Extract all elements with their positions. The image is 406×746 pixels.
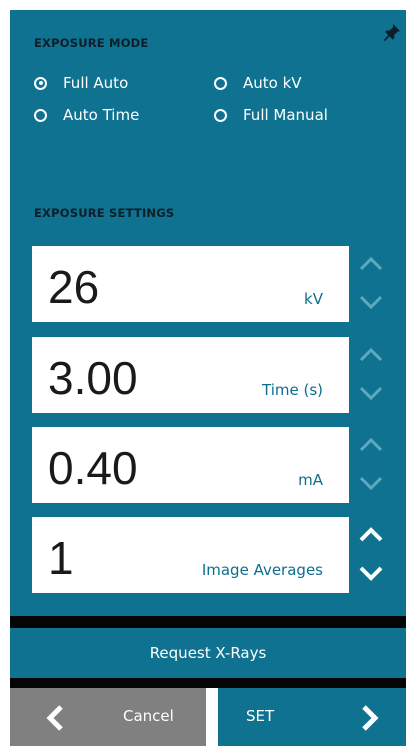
radio-label-full-auto: Full Auto bbox=[63, 74, 129, 92]
radio-auto-time[interactable]: Auto Time bbox=[34, 106, 139, 124]
radio-full-auto[interactable]: Full Auto bbox=[34, 74, 128, 92]
radio-circle-full-auto bbox=[34, 76, 47, 90]
pin-icon[interactable] bbox=[382, 22, 402, 42]
image-averages-decrease-chevron-down-icon[interactable] bbox=[356, 561, 386, 587]
cancel-label: Cancel bbox=[123, 707, 174, 725]
exposure-app: EXPOSURE MODE Full Auto Auto kV Auto Tim… bbox=[0, 0, 406, 746]
ma-unit: mA bbox=[298, 471, 323, 489]
time-increase-chevron-up-icon[interactable] bbox=[356, 341, 386, 367]
ma-value: 0.40 bbox=[48, 442, 138, 494]
radio-label-full-manual: Full Manual bbox=[243, 106, 328, 124]
image-averages-unit: Image Averages bbox=[201, 561, 323, 579]
radio-circle-auto-kv bbox=[214, 76, 227, 90]
radio-circle-auto-time bbox=[34, 108, 47, 122]
ma-increase-chevron-up-icon[interactable] bbox=[356, 431, 386, 457]
kv-increase-chevron-up-icon[interactable] bbox=[356, 250, 386, 276]
radio-circle-full-manual bbox=[214, 108, 227, 122]
exposure-settings-title: EXPOSURE SETTINGS bbox=[34, 206, 175, 220]
exposure-mode-title: EXPOSURE MODE bbox=[34, 36, 149, 50]
kv-unit: kV bbox=[304, 290, 323, 308]
divider-bottom bbox=[10, 678, 406, 688]
time-field[interactable]: 3.00 Time (s) bbox=[32, 337, 349, 413]
chevron-right-icon bbox=[362, 705, 379, 731]
image-averages-increase-chevron-up-icon[interactable] bbox=[356, 521, 386, 547]
radio-label-auto-time: Auto Time bbox=[63, 106, 140, 124]
set-label: SET bbox=[246, 707, 275, 725]
kv-field[interactable]: 26 kV bbox=[32, 246, 349, 322]
ma-decrease-chevron-down-icon[interactable] bbox=[356, 471, 386, 497]
exposure-panel: EXPOSURE MODE Full Auto Auto kV Auto Tim… bbox=[10, 10, 406, 616]
radio-full-manual[interactable]: Full Manual bbox=[214, 106, 328, 124]
request-xrays-button[interactable]: Request X-Rays bbox=[10, 628, 406, 678]
button-gap bbox=[206, 688, 218, 746]
time-unit: Time (s) bbox=[262, 381, 323, 399]
radio-auto-kv[interactable]: Auto kV bbox=[214, 74, 302, 92]
set-button[interactable]: SET bbox=[218, 688, 406, 746]
image-averages-value: 1 bbox=[48, 532, 74, 584]
time-decrease-chevron-down-icon[interactable] bbox=[356, 381, 386, 407]
cancel-button[interactable]: Cancel bbox=[10, 688, 206, 746]
radio-label-auto-kv: Auto kV bbox=[243, 74, 302, 92]
divider-top bbox=[10, 616, 406, 628]
time-value: 3.00 bbox=[48, 352, 138, 404]
chevron-left-icon bbox=[46, 705, 63, 731]
ma-field[interactable]: 0.40 mA bbox=[32, 427, 349, 503]
kv-value: 26 bbox=[48, 261, 100, 313]
kv-decrease-chevron-down-icon[interactable] bbox=[356, 290, 386, 316]
image-averages-field[interactable]: 1 Image Averages bbox=[32, 517, 349, 593]
